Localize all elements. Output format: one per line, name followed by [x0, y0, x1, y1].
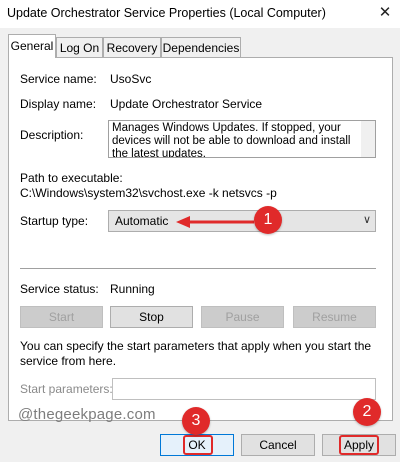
- display-name-value: Update Orchestrator Service: [110, 97, 263, 111]
- display-name-label: Display name:: [20, 97, 97, 111]
- cancel-button[interactable]: Cancel: [241, 434, 315, 456]
- description-box[interactable]: Manages Windows Updates. If stopped, you…: [108, 120, 376, 158]
- chevron-down-icon: ∨: [362, 214, 371, 226]
- path-value: C:\Windows\system32\svchost.exe -k netsv…: [20, 186, 277, 200]
- start-params-input[interactable]: [112, 378, 376, 400]
- description-text: Manages Windows Updates. If stopped, you…: [112, 122, 351, 158]
- apply-highlight: [339, 435, 379, 455]
- pause-button[interactable]: Pause: [201, 306, 284, 328]
- path-label: Path to executable:: [20, 171, 123, 185]
- service-status-value: Running: [110, 282, 155, 296]
- description-label: Description:: [20, 128, 84, 142]
- service-name-label: Service name:: [20, 72, 97, 86]
- red-arrow-icon: [176, 216, 254, 228]
- watermark-text: @thegeekpage.com: [18, 406, 156, 423]
- divider: [20, 268, 376, 269]
- startup-type-label: Startup type:: [20, 214, 89, 228]
- stop-button[interactable]: Stop: [110, 306, 193, 328]
- startup-type-value: Automatic: [115, 214, 169, 228]
- start-params-label: Start parameters:: [20, 382, 113, 396]
- service-status-label: Service status:: [20, 282, 99, 296]
- step-badge-2: 2: [353, 398, 381, 426]
- resume-button[interactable]: Resume: [293, 306, 376, 328]
- description-scrollbar[interactable]: [361, 121, 375, 157]
- start-params-info: You can specify the start parameters tha…: [20, 339, 372, 368]
- step-badge-3: 3: [182, 407, 210, 435]
- step-badge-1: 1: [254, 206, 282, 234]
- start-button[interactable]: Start: [20, 306, 103, 328]
- ok-highlight: [183, 435, 213, 455]
- service-name-value: UsoSvc: [110, 72, 152, 86]
